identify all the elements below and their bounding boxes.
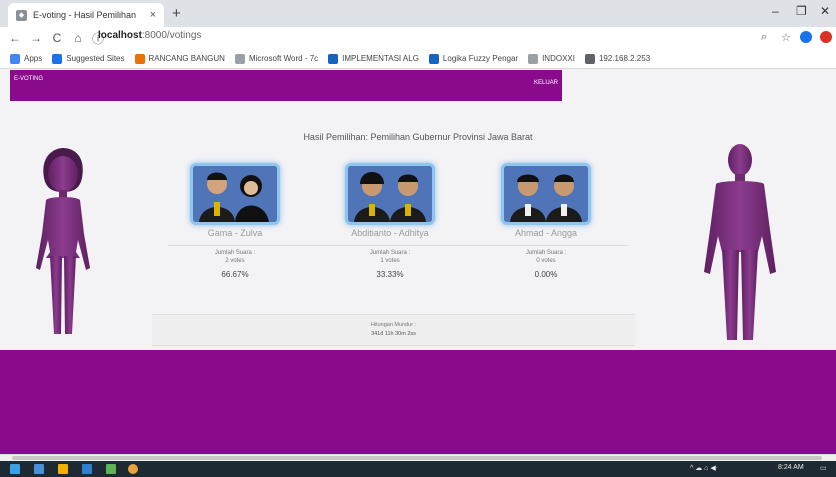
candidate-photo [190,163,280,225]
bookmark-item[interactable]: Logika Fuzzy Pengar [428,53,519,64]
candidate-card: Gama - Zulva Jumlah Suara : 2 votes 66.6… [175,163,295,279]
page-content: E-VOTING KELUAR Hasil Pemilihan: Pemilih… [0,70,836,454]
forward-button[interactable]: → [30,31,42,45]
candidate-name: Abditianto - Adhitya [351,228,429,238]
bookmark-icon [428,53,439,64]
votes-count: 2 votes [225,258,245,264]
bookmark-label: IMPLEMENTASI ALG [342,54,419,63]
task-view-icon[interactable] [34,464,44,474]
file-explorer-icon[interactable] [58,464,68,474]
top-navbar: E-VOTING KELUAR [10,70,562,101]
candidate-name: Ahmad - Angga [514,228,578,238]
profile-avatar[interactable] [820,31,832,43]
candidate-name: Gama - Zulva [207,228,263,238]
countdown-label: Hitungan Mundur : [370,322,417,328]
url-host: localhost [98,30,142,41]
notifications-icon[interactable]: ▭ [820,464,827,472]
bookmark-icon [234,53,245,64]
bookmark-icon [584,53,595,64]
results-divider [168,245,628,246]
votes-count: 1 votes [380,258,400,264]
bookmark-label: Suggested Sites [66,54,125,63]
male-avatar-figure [704,144,776,340]
vote-percentage: 66.67% [221,270,249,279]
system-tray[interactable]: ^ ☁ ⌂ ◀ᐧ [690,464,718,472]
bookmark-item[interactable]: RANCANG BANGUN [134,53,225,64]
star-icon[interactable]: ☆ [781,31,791,44]
home-button[interactable]: ⌂ [72,31,84,45]
candidate-photo [345,163,435,225]
bookmark-icon [52,53,63,64]
bookmark-item[interactable]: Suggested Sites [52,53,125,64]
bookmark-icon [134,53,145,64]
brand-link[interactable]: E-VOTING [14,76,43,82]
horizontal-scrollbar[interactable] [0,454,836,461]
reload-button[interactable]: C [51,31,63,45]
vote-percentage: 33.33% [376,270,404,279]
browser-tab[interactable]: ◆ E-voting - Hasil Pemilihan × [8,3,164,27]
vscode-icon[interactable] [82,464,92,474]
bookmark-label: RANCANG BANGUN [148,54,225,63]
votes-label: Jumlah Suara : [369,250,411,256]
logout-link[interactable]: KELUAR [534,80,558,86]
scrollbar-thumb[interactable] [12,456,822,460]
bookmark-item[interactable]: INDOXXI [528,53,575,64]
page-footer [0,350,836,454]
zoom-icon[interactable]: ⌕ [761,31,767,44]
votes-label: Jumlah Suara : [214,250,256,256]
bookmark-label: Microsoft Word - 7c [248,54,319,63]
minimize-button[interactable]: – [772,4,779,18]
bookmark-item[interactable]: Apps [10,53,43,64]
countdown-value: 341d 11h 30m 2ss [371,331,416,337]
browser-tab-strip: ◆ E-voting - Hasil Pemilihan × + – ❐ ✕ [0,0,836,27]
address-bar: ← → C ⌂ ⓘ localhost:8000/votings ⌕ ☆ [0,27,836,49]
bookmark-icon [328,53,339,64]
bookmark-icon [10,53,20,64]
bookmark-label: INDOXXI [542,54,575,63]
url-path: :8000/votings [141,30,202,41]
bookmark-icon [528,53,539,64]
bookmark-item[interactable]: Microsoft Word - 7c [234,53,319,64]
countdown-panel: Hitungan Mundur : 341d 11h 30m 2ss [152,314,635,346]
chrome-icon[interactable] [128,464,138,474]
start-icon[interactable] [10,464,20,474]
votes-label: Jumlah Suara : [525,250,567,256]
close-window-button[interactable]: ✕ [820,4,830,18]
candidate-card: Ahmad - Angga Jumlah Suara : 0 votes 0.0… [486,163,606,279]
bookmark-label: Logika Fuzzy Pengar [442,54,519,63]
bookmark-label: 192.168.2.253 [598,54,651,63]
page-title: Hasil Pemilihan: Pemilihan Gubernur Prov… [303,132,533,142]
vote-percentage: 0.00% [534,270,558,279]
extension-icon[interactable] [800,31,812,43]
maximize-button[interactable]: ❐ [796,4,807,18]
female-avatar-figure [36,148,90,334]
tab-close-icon[interactable]: × [150,9,156,21]
tab-title: E-voting - Hasil Pemilihan [33,10,137,20]
candidate-card: Abditianto - Adhitya Jumlah Suara : 1 vo… [330,163,450,279]
bookmark-label: Apps [24,54,43,63]
bookmark-item[interactable]: IMPLEMENTASI ALG [328,53,419,64]
bookmarks-bar: Apps Suggested Sites RANCANG BANGUN Microso… [0,49,836,69]
clock[interactable]: 8:24 AM [778,464,804,471]
favicon-icon: ◆ [16,9,27,21]
url-field[interactable]: localhost:8000/votings [98,30,201,41]
back-button[interactable]: ← [9,31,21,45]
votes-count: 0 votes [536,258,556,264]
windows-taskbar: ^ ☁ ⌂ ◀ᐧ 8:24 AM ▭ [0,461,836,477]
candidate-photo [501,163,591,225]
new-tab-button[interactable]: + [172,5,181,22]
app-icon[interactable] [106,464,116,474]
bookmark-item[interactable]: 192.168.2.253 [584,53,651,64]
